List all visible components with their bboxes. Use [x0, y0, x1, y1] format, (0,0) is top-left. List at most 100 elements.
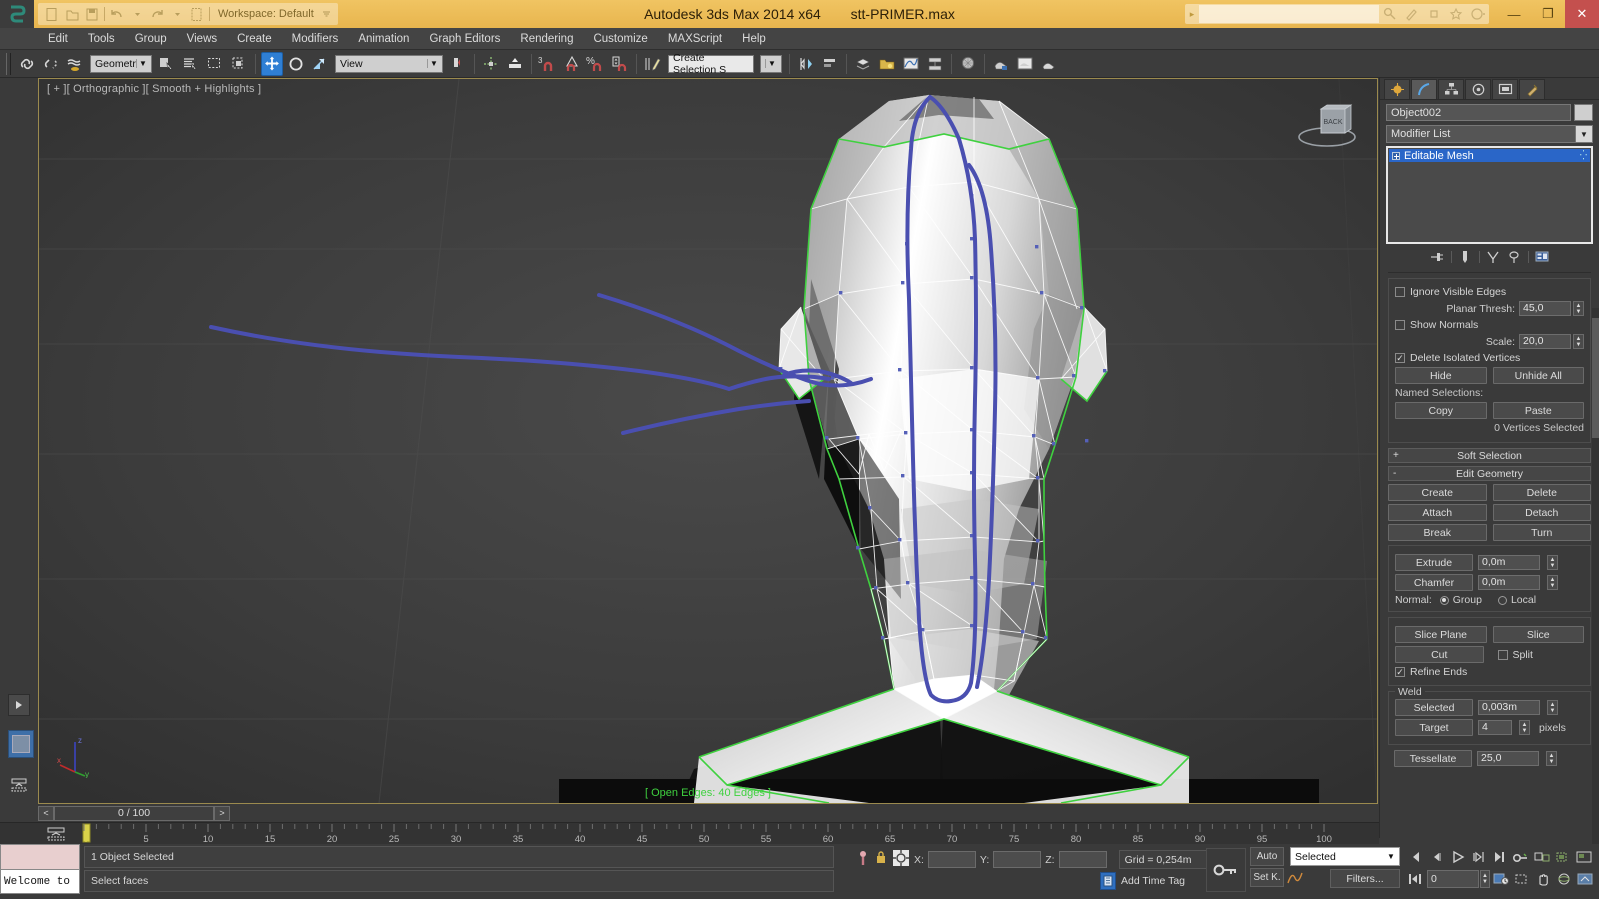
- menu-item-modifiers[interactable]: Modifiers: [282, 31, 349, 47]
- mirror-icon[interactable]: [795, 52, 817, 76]
- slice-plane-button[interactable]: Slice Plane: [1395, 626, 1487, 643]
- chamfer-amount-input[interactable]: 0,0m: [1478, 575, 1540, 590]
- detach-button[interactable]: Detach: [1492, 504, 1591, 521]
- configure-modifier-sets-icon[interactable]: [1535, 250, 1550, 265]
- use-pivot-point-center-icon[interactable]: [447, 52, 469, 76]
- extrude-amount-input[interactable]: 0,0m: [1478, 555, 1540, 570]
- zoom-region-button[interactable]: [1553, 847, 1573, 866]
- break-button[interactable]: Break: [1388, 524, 1487, 541]
- pin-stack-icon[interactable]: [1430, 250, 1445, 265]
- maxscript-mini-listener[interactable]: Welcome to: [0, 844, 80, 899]
- undo-icon[interactable]: [107, 5, 127, 23]
- redo-icon[interactable]: [147, 5, 167, 23]
- scale-spinner[interactable]: ▲ ▼: [1573, 334, 1584, 349]
- normal-local-radio[interactable]: [1497, 595, 1507, 605]
- remove-modifier-icon[interactable]: [1507, 250, 1522, 265]
- tessellate-value-input[interactable]: 25,0: [1477, 751, 1539, 766]
- select-and-move-icon[interactable]: [261, 51, 283, 76]
- hide-button[interactable]: Hide: [1395, 367, 1487, 384]
- coord-x-input[interactable]: [927, 851, 976, 868]
- reference-coordinate-combo[interactable]: View ▼: [335, 54, 443, 73]
- motion-tab[interactable]: [1465, 79, 1491, 99]
- menu-item-graph-editors[interactable]: Graph Editors: [419, 31, 510, 47]
- viewport-layout-tab[interactable]: [8, 730, 34, 758]
- percent-snap-toggle-icon[interactable]: %: [585, 52, 607, 76]
- infocenter-expand-icon[interactable]: ▸: [1185, 4, 1199, 24]
- current-frame-readout[interactable]: 0 / 100: [54, 805, 214, 821]
- save-file-icon[interactable]: [82, 5, 102, 23]
- show-normals-checkbox[interactable]: Show Normals: [1395, 319, 1584, 331]
- normal-group-radio[interactable]: [1439, 595, 1449, 605]
- key-step-button[interactable]: [1406, 869, 1426, 888]
- current-frame-input[interactable]: 0: [1427, 869, 1479, 888]
- weld-target-spinner[interactable]: ▲ ▼: [1519, 720, 1530, 735]
- select-and-rotate-icon[interactable]: [285, 52, 307, 76]
- go-to-end-button[interactable]: [1490, 847, 1510, 866]
- default-in-out-tangents-icon[interactable]: [1286, 868, 1304, 887]
- current-frame-spinner[interactable]: ▲ ▼: [1480, 869, 1490, 888]
- listener-output-pane[interactable]: [0, 844, 80, 870]
- render-setup-icon[interactable]: [990, 52, 1012, 76]
- menu-item-customize[interactable]: Customize: [583, 31, 657, 47]
- close-button[interactable]: ✕: [1565, 0, 1599, 28]
- menu-item-group[interactable]: Group: [125, 31, 177, 47]
- curve-editor-icon[interactable]: [900, 52, 922, 76]
- paste-button[interactable]: Paste: [1492, 402, 1584, 419]
- isolate-selection-icon[interactable]: [856, 848, 870, 871]
- selection-lock-icon[interactable]: [874, 848, 888, 871]
- set-key-button[interactable]: Set K.: [1250, 868, 1284, 887]
- menu-item-animation[interactable]: Animation: [348, 31, 419, 47]
- favorites-star-icon[interactable]: [1445, 4, 1467, 24]
- soft-selection-rollout-header[interactable]: + Soft Selection: [1388, 448, 1591, 463]
- menu-item-help[interactable]: Help: [732, 31, 776, 47]
- maximize-viewport-toggle-button[interactable]: [1575, 869, 1595, 888]
- scale-input[interactable]: 20,0: [1519, 334, 1571, 349]
- delete-button[interactable]: Delete: [1492, 484, 1591, 501]
- copy-button[interactable]: Copy: [1395, 402, 1487, 419]
- planar-thresh-input[interactable]: 45,0: [1519, 301, 1571, 316]
- weld-selected-button[interactable]: Selected: [1395, 699, 1473, 716]
- maximize-button[interactable]: ❐: [1531, 0, 1565, 28]
- modifier-stack-list[interactable]: Editable Mesh ⁛: [1386, 146, 1593, 244]
- modifier-list-dropdown[interactable]: Modifier List ▼: [1386, 125, 1593, 143]
- previous-frame-button[interactable]: <: [38, 805, 54, 821]
- selection-filter-combo[interactable]: Geometr ▼: [90, 54, 152, 73]
- pan-view-button[interactable]: [1533, 869, 1553, 888]
- tessellate-spinner[interactable]: ▲ ▼: [1546, 751, 1557, 766]
- weld-target-pixels-input[interactable]: 4: [1478, 720, 1512, 735]
- display-tab[interactable]: [1492, 79, 1518, 99]
- next-frame-button[interactable]: >: [214, 805, 230, 821]
- set-key-mode-button[interactable]: [1206, 848, 1246, 892]
- communication-center-icon[interactable]: [1467, 4, 1489, 24]
- minimize-button[interactable]: —: [1497, 0, 1531, 28]
- rectangular-selection-region-icon[interactable]: [204, 52, 226, 76]
- attach-button[interactable]: Attach: [1388, 504, 1487, 521]
- view-cube[interactable]: BACK: [1297, 97, 1367, 153]
- weld-target-button[interactable]: Target: [1395, 719, 1473, 736]
- set-project-folder-icon[interactable]: [187, 5, 207, 23]
- render-production-icon[interactable]: [1038, 52, 1060, 76]
- planar-thresh-spinner[interactable]: ▲ ▼: [1573, 301, 1584, 316]
- key-filters-button[interactable]: Filters...: [1330, 869, 1400, 888]
- help-icon[interactable]: [1423, 4, 1445, 24]
- key-mode-toggle-button[interactable]: [1511, 847, 1531, 866]
- listener-input-pane[interactable]: Welcome to: [0, 870, 80, 894]
- hierarchy-tab[interactable]: [1438, 79, 1464, 99]
- create-button[interactable]: Create: [1388, 484, 1487, 501]
- edit-geometry-rollout-header[interactable]: - Edit Geometry: [1388, 466, 1591, 481]
- maximize-viewport-button[interactable]: [1574, 847, 1594, 866]
- extrude-button[interactable]: Extrude: [1395, 554, 1473, 571]
- align-icon[interactable]: [819, 52, 841, 76]
- command-panel-scrollbar[interactable]: [1592, 308, 1599, 868]
- menu-item-rendering[interactable]: Rendering: [510, 31, 583, 47]
- scene-explorer-icon[interactable]: [876, 52, 898, 76]
- schematic-view-icon[interactable]: [924, 52, 946, 76]
- add-time-tag[interactable]: Add Time Tag: [1100, 872, 1185, 890]
- orbit-view-button[interactable]: [1554, 869, 1574, 888]
- play-animation-button[interactable]: [1448, 847, 1468, 866]
- weld-selected-spinner[interactable]: ▲ ▼: [1547, 700, 1558, 715]
- undo-dropdown-icon[interactable]: [127, 5, 147, 23]
- scrollbar-thumb[interactable]: [1592, 318, 1599, 438]
- go-to-start-button[interactable]: [1406, 847, 1426, 866]
- modify-tab[interactable]: [1411, 79, 1437, 99]
